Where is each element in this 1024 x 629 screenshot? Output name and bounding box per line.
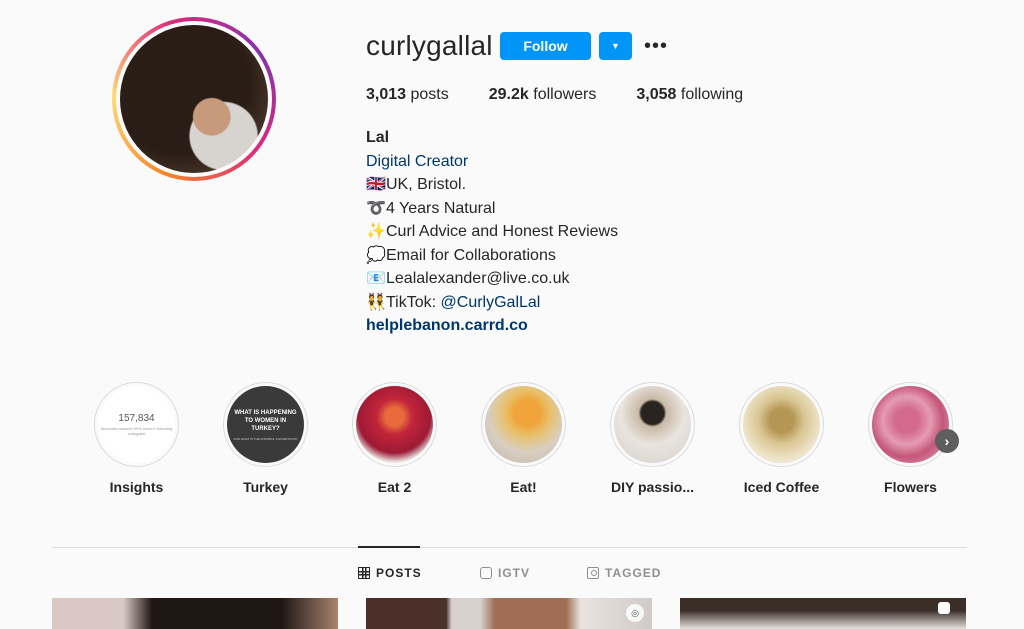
following-label: following (680, 86, 744, 103)
more-icon: ••• (643, 34, 668, 57)
highlight-ring: 157,834 Accounts reached 90% weren't fol… (94, 382, 179, 467)
carousel-icon (938, 602, 950, 614)
posts-label: posts (410, 86, 449, 103)
highlight-cover: 157,834 Accounts reached 90% weren't fol… (98, 386, 175, 463)
envelope-icon: 📧 (366, 270, 386, 287)
highlight-cover (614, 386, 691, 463)
bio-advice: Curl Advice and Honest Reviews (386, 223, 619, 240)
bio-line: ✨Curl Advice and Honest Reviews (366, 220, 618, 244)
tab-posts[interactable]: POSTS (358, 566, 422, 580)
highlight-cover (872, 386, 949, 463)
highlight-ring (352, 382, 437, 467)
chevron-right-icon: › (944, 433, 950, 449)
highlight-label: DIY passio... (611, 479, 694, 495)
followers-count: 29.2k (488, 86, 529, 103)
full-name: Lal (366, 129, 390, 146)
tab-tagged[interactable]: TAGGED (587, 566, 661, 580)
grid-icon (358, 567, 370, 579)
posts-count: 3,013 (366, 86, 407, 103)
avatar-gap (116, 21, 272, 177)
thought-bubble-icon: 💭 (366, 246, 386, 264)
chevron-down-icon: ▼ (611, 41, 620, 51)
follow-button[interactable]: Follow (500, 32, 591, 60)
igtv-icon (480, 567, 492, 579)
highlight-label: Insights (109, 479, 164, 495)
bio-line: 💭Email for Collaborations (366, 244, 618, 268)
highlight-turkey[interactable]: WHAT IS HAPPENING TO WOMEN IN TURKEY? AN… (223, 382, 308, 495)
bio-email: Lealalexander@live.co.uk (386, 270, 570, 287)
highlight-eat-2[interactable]: Eat 2 (352, 382, 437, 495)
post-thumbnail[interactable]: ◎ (366, 598, 652, 629)
highlight-label: Iced Coffee (743, 479, 820, 495)
bio-location: UK, Bristol. (386, 176, 467, 193)
highlight-cover (485, 386, 562, 463)
bio: Lal Digital Creator 🇬🇧UK, Bristol. ➰4 Ye… (366, 126, 618, 338)
bio-line: 👯TikTok: @CurlyGalLal (366, 291, 618, 315)
highlight-ring (610, 382, 695, 467)
profile-stats: 3,013 posts 29.2k followers 3,058 follow… (366, 86, 783, 104)
flag-icon: 🇬🇧 (366, 176, 386, 193)
tiktok-mention-link[interactable]: @CurlyGalLal (441, 294, 541, 311)
post-thumbnail[interactable] (52, 598, 338, 629)
highlight-ring (481, 382, 566, 467)
post-thumbnail[interactable] (680, 598, 966, 629)
cover-subtext: AND WHAT IS THE ISTANBUL CONVENTION? (233, 436, 298, 441)
bio-line: 🇬🇧UK, Bristol. (366, 173, 618, 197)
profile-avatar[interactable] (112, 17, 276, 181)
stat-following[interactable]: 3,058 following (636, 86, 743, 104)
username: curlygallal (366, 30, 493, 61)
stat-posts: 3,013 posts (366, 86, 449, 104)
bio-collab: Email for Collaborations (386, 246, 556, 264)
following-count: 3,058 (636, 86, 677, 103)
bio-line: ➰4 Years Natural (366, 197, 618, 221)
bio-line: 📧Lealalexander@live.co.uk (366, 267, 618, 291)
highlight-label: Eat 2 (377, 479, 412, 495)
highlights-next-button[interactable]: › (935, 429, 959, 453)
highlight-label: Flowers (884, 479, 937, 495)
dancers-icon: 👯 (366, 293, 386, 311)
highlight-cover: WHAT IS HAPPENING TO WOMEN IN TURKEY? AN… (227, 386, 304, 463)
highlight-ring (868, 382, 953, 467)
tiktok-prefix: TikTok: (386, 293, 441, 311)
tab-posts-label: POSTS (376, 566, 422, 580)
highlight-iced-coffee[interactable]: Iced Coffee (739, 382, 824, 495)
sparkles-icon: ✨ (366, 223, 386, 240)
avatar-image (120, 25, 268, 173)
tagged-icon (587, 567, 599, 579)
bio-natural: 4 Years Natural (386, 199, 496, 217)
suggested-accounts-button[interactable]: ▼ (599, 32, 632, 60)
category-label: Digital Creator (366, 152, 469, 170)
highlight-diy[interactable]: DIY passio... (610, 382, 695, 495)
highlight-eat[interactable]: Eat! (481, 382, 566, 495)
curl-icon: ➰ (366, 199, 386, 217)
tab-igtv[interactable]: IGTV (480, 566, 530, 580)
website-link[interactable]: helplebanon.carrd.co (366, 314, 618, 338)
highlight-cover (743, 386, 820, 463)
cover-number: 157,834 (118, 413, 155, 424)
more-options-button[interactable]: ••• (643, 34, 669, 58)
highlight-cover (356, 386, 433, 463)
active-tab-indicator (358, 546, 420, 548)
cover-title: WHAT IS HAPPENING TO WOMEN IN TURKEY? (234, 409, 297, 432)
highlight-insights[interactable]: 157,834 Accounts reached 90% weren't fol… (94, 382, 179, 495)
highlight-label: Turkey (243, 479, 288, 495)
highlight-ring: WHAT IS HAPPENING TO WOMEN IN TURKEY? AN… (223, 382, 308, 467)
tabs-divider (52, 547, 967, 548)
cover-subtext: Accounts reached 90% weren't following c… (100, 426, 173, 436)
highlight-ring (739, 382, 824, 467)
tab-tagged-label: TAGGED (605, 566, 662, 580)
followers-label: followers (533, 86, 597, 103)
story-highlights: 157,834 Accounts reached 90% weren't fol… (94, 382, 997, 495)
profile-tabs: POSTS IGTV TAGGED (0, 566, 1024, 582)
stat-followers[interactable]: 29.2k followers (489, 86, 597, 104)
highlight-label: Eat! (510, 479, 537, 495)
tab-igtv-label: IGTV (498, 566, 531, 580)
reel-icon: ◎ (626, 604, 644, 622)
